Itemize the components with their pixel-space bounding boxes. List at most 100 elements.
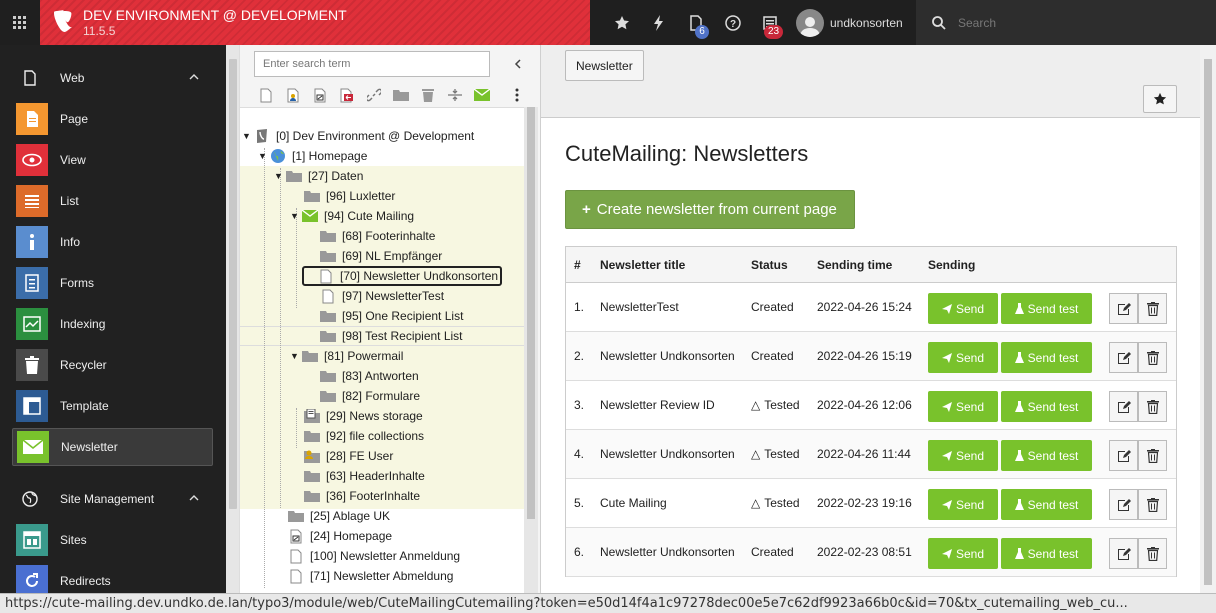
new-external-link-button[interactable] (333, 83, 360, 107)
open-documents-button[interactable]: 6 (678, 0, 714, 45)
paper-plane-icon (941, 352, 952, 363)
tree-node[interactable]: [97] NewsletterTest (320, 286, 444, 306)
send-button[interactable]: Send (928, 440, 998, 471)
delete-button[interactable] (1138, 391, 1167, 422)
tree-scrollbar[interactable] (524, 107, 538, 593)
send-test-button[interactable]: Send test (1001, 293, 1092, 324)
tree-node[interactable]: [95] One Recipient List (320, 306, 463, 326)
module-label: List (60, 194, 79, 208)
send-test-label: Send test (1027, 497, 1079, 512)
newsletter-title: NewsletterTest (600, 300, 679, 314)
tree-node-label: [96] Luxletter (326, 189, 396, 203)
module-indexing[interactable]: Indexing (12, 305, 213, 343)
tree-node[interactable]: [25] Ablage UK (288, 506, 390, 526)
folder-icon (286, 169, 302, 183)
tree-node[interactable]: [98] Test Recipient List (320, 326, 463, 346)
delete-button[interactable] (1138, 293, 1167, 324)
new-mailing-folder-button[interactable] (468, 83, 495, 107)
create-newsletter-button[interactable]: + Create newsletter from current page (565, 190, 855, 229)
new-recycler-button[interactable] (414, 83, 441, 107)
tree-search-input[interactable] (254, 51, 490, 77)
tree-node[interactable]: [63] HeaderInhalte (304, 466, 425, 486)
user-menu[interactable]: undkonsorten (796, 0, 903, 45)
edit-button[interactable] (1109, 489, 1138, 520)
tree-node[interactable]: [96] Luxletter (304, 186, 395, 206)
module-group-site-management[interactable]: Site Management (0, 483, 226, 515)
flask-icon (1014, 352, 1024, 363)
delete-button[interactable] (1138, 440, 1167, 471)
envelope-folder-icon (302, 209, 318, 223)
tree-node[interactable]: [92] file collections (304, 426, 424, 446)
module-template[interactable]: Template (12, 387, 213, 425)
new-backend-user-section-button[interactable] (279, 83, 306, 107)
module-recycler[interactable]: Recycler (12, 346, 213, 384)
newsletter-module-button[interactable]: Newsletter (565, 50, 644, 81)
module-forms[interactable]: Forms (12, 264, 213, 302)
edit-button[interactable] (1109, 538, 1138, 569)
tree-node[interactable]: [28] FE User (304, 446, 393, 466)
system-information-button[interactable]: 23 (752, 0, 788, 45)
tree-node[interactable]: [82] Formulare (320, 386, 420, 406)
send-test-label: Send test (1027, 546, 1079, 561)
new-folder-button[interactable] (387, 83, 414, 107)
send-test-button[interactable]: Send test (1001, 440, 1092, 471)
tree-node[interactable]: ▼ [0] Dev Environment @ Development (240, 126, 474, 146)
tree-more-options-button[interactable] (503, 83, 530, 107)
module-menu-scrollbar[interactable] (226, 45, 240, 593)
bookmarks-button[interactable] (604, 0, 640, 45)
clear-cache-button[interactable] (641, 0, 677, 45)
tree-node[interactable]: ▼ [94] Cute Mailing (288, 206, 414, 226)
send-button[interactable]: Send (928, 538, 998, 569)
send-button[interactable]: Send (928, 391, 998, 422)
tree-node-selected[interactable]: [70] Newsletter Undkonsorten (302, 266, 503, 286)
new-page-button[interactable] (252, 83, 279, 107)
edit-button[interactable] (1109, 391, 1138, 422)
module-view[interactable]: View (12, 141, 213, 179)
send-test-button[interactable]: Send test (1001, 342, 1092, 373)
tree-node[interactable]: [68] Footerinhalte (320, 226, 435, 246)
tree-node[interactable]: [71] Newsletter Abmeldung (288, 566, 453, 586)
tree-node[interactable]: [100] Newsletter Anmeldung (288, 546, 460, 566)
tree-node[interactable]: ▼ [1] Homepage (256, 146, 367, 166)
send-button[interactable]: Send (928, 293, 998, 324)
tree-node[interactable]: [24] Homepage (288, 526, 392, 546)
tree-node[interactable]: [69] NL Empfänger (320, 246, 442, 266)
module-menu-toggle-button[interactable] (0, 0, 40, 45)
delete-button[interactable] (1138, 538, 1167, 569)
delete-button[interactable] (1138, 489, 1167, 520)
edit-button[interactable] (1109, 293, 1138, 324)
send-test-button[interactable]: Send test (1001, 391, 1092, 422)
typo3-root-icon (254, 129, 270, 143)
tree-node[interactable]: [36] FooterInhalte (304, 486, 420, 506)
module-sites[interactable]: Sites (12, 521, 213, 559)
delete-button[interactable] (1138, 342, 1167, 373)
module-page[interactable]: Page (12, 100, 213, 138)
send-label: Send (955, 497, 985, 512)
collapse-tree-button[interactable] (509, 55, 527, 73)
send-test-button[interactable]: Send test (1001, 538, 1092, 569)
help-button[interactable]: ? (715, 0, 751, 45)
module-group-web[interactable]: Web (0, 62, 226, 94)
send-test-button[interactable]: Send test (1001, 489, 1092, 520)
send-button[interactable]: Send (928, 342, 998, 373)
row-number: 4. (574, 447, 585, 461)
environment-banner[interactable]: DEV ENVIRONMENT @ DEVELOPMENT 11.5.5 (40, 0, 590, 45)
module-info[interactable]: Info (12, 223, 213, 261)
forms-icon (16, 267, 48, 299)
module-newsletter[interactable]: Newsletter (12, 428, 213, 466)
tree-node[interactable]: [83] Antworten (320, 366, 419, 386)
new-link-button[interactable] (360, 83, 387, 107)
tree-node[interactable]: ▼ [81] Powermail (288, 346, 403, 366)
edit-button[interactable] (1109, 440, 1138, 471)
module-list[interactable]: List (12, 182, 213, 220)
content-scrollbar[interactable] (1200, 45, 1216, 593)
bookmark-button[interactable] (1143, 85, 1177, 113)
new-spacer-button[interactable] (441, 83, 468, 107)
edit-button[interactable] (1109, 342, 1138, 373)
tree-node[interactable]: ▼ [27] Daten (272, 166, 363, 186)
send-button[interactable]: Send (928, 489, 998, 520)
status-text: Created (751, 349, 794, 363)
global-search-input[interactable] (958, 15, 1198, 30)
new-shortcut-button[interactable] (306, 83, 333, 107)
tree-node[interactable]: [29] News storage (304, 406, 423, 426)
